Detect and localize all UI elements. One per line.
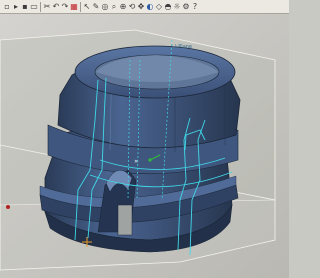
graphics-viewport[interactable]: ✕ (-) Plane xyxy=(0,14,289,278)
section-view-icon[interactable]: ◓ xyxy=(164,2,172,12)
view-orient-icon[interactable]: ◎ xyxy=(101,2,109,12)
wireframe-icon[interactable]: ◇ xyxy=(155,2,163,12)
options-icon[interactable]: ⚙ xyxy=(182,2,190,12)
select-icon[interactable]: ↖ xyxy=(83,2,91,12)
cut-icon[interactable]: ✂ xyxy=(43,2,51,12)
help-icon[interactable]: ? xyxy=(191,2,199,12)
main-toolbar: ▫ ▸ ▪ ▭ ✂ ↶ ↷ ▦ ↖ ✎ ◎ ⌕ ⊕ ⟲ ✥ ◐ ◇ ◓ ☼ ⚙ … xyxy=(0,0,289,14)
sketch-icon[interactable]: ✎ xyxy=(92,2,100,12)
redo-icon[interactable]: ↷ xyxy=(61,2,69,12)
cad-window: ▫ ▸ ▪ ▭ ✂ ↶ ↷ ▦ ↖ ✎ ◎ ⌕ ⊕ ⟲ ✥ ◐ ◇ ◓ ☼ ⚙ … xyxy=(0,0,289,278)
lights-icon[interactable]: ☼ xyxy=(173,2,181,12)
point-marker-icon[interactable] xyxy=(6,205,10,209)
undo-icon[interactable]: ↶ xyxy=(52,2,60,12)
toolbar-separator xyxy=(80,1,81,12)
new-file-icon[interactable]: ▫ xyxy=(3,2,11,12)
open-icon[interactable]: ▸ xyxy=(12,2,20,12)
plane-label[interactable]: (-) Plane xyxy=(171,44,192,50)
toolbar-separator xyxy=(40,1,41,12)
model-canvas[interactable]: ✕ xyxy=(0,14,289,278)
zoom-area-icon[interactable]: ⊕ xyxy=(119,2,127,12)
rebuild-icon[interactable]: ▦ xyxy=(70,2,78,12)
slot-opening xyxy=(117,204,133,236)
shaded-icon[interactable]: ◐ xyxy=(146,2,154,12)
svg-text:✕: ✕ xyxy=(134,159,138,165)
save-icon[interactable]: ▪ xyxy=(21,2,29,12)
rotate-icon[interactable]: ⟲ xyxy=(128,2,136,12)
zoom-fit-icon[interactable]: ⌕ xyxy=(110,2,118,12)
pan-icon[interactable]: ✥ xyxy=(137,2,145,12)
print-icon[interactable]: ▭ xyxy=(30,2,38,12)
